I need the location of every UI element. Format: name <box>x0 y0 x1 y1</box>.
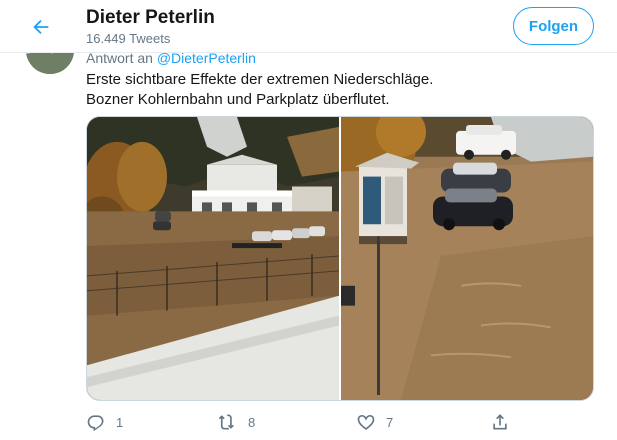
back-button[interactable] <box>26 12 56 42</box>
profile-header: Dieter Peterlin 16.449 Tweets Folgen <box>0 0 617 53</box>
like-button[interactable]: 7 <box>356 410 393 434</box>
share-button[interactable] <box>490 410 510 434</box>
arrow-left-icon <box>33 19 49 35</box>
retweet-count: 8 <box>248 414 256 430</box>
reply-button[interactable]: 1 <box>86 410 123 434</box>
tweet-text-line: Erste sichtbare Effekte der extremen Nie… <box>86 71 434 88</box>
tweet-actions: 1 8 7 <box>86 410 516 434</box>
photo-flooded-station[interactable] <box>87 117 339 400</box>
reply-count: 1 <box>116 414 124 430</box>
retweet-button[interactable]: 8 <box>218 410 255 434</box>
share-icon <box>493 414 507 430</box>
like-count: 7 <box>386 414 394 430</box>
profile-name: Dieter Peterlin <box>86 7 215 28</box>
photo-flooded-parking[interactable] <box>341 117 593 400</box>
tweet-media <box>86 116 594 401</box>
retweet-icon <box>218 414 234 430</box>
tweet-count: 16.449 Tweets <box>86 31 171 46</box>
heart-icon <box>357 415 375 430</box>
follow-button[interactable]: Folgen <box>513 7 594 45</box>
tweet-text: Erste sichtbare Effekte der extremen Nie… <box>86 70 586 110</box>
reply-icon <box>87 415 104 432</box>
tweet-text-line: Bozner Kohlernbahn und Parkplatz überflu… <box>86 91 390 108</box>
